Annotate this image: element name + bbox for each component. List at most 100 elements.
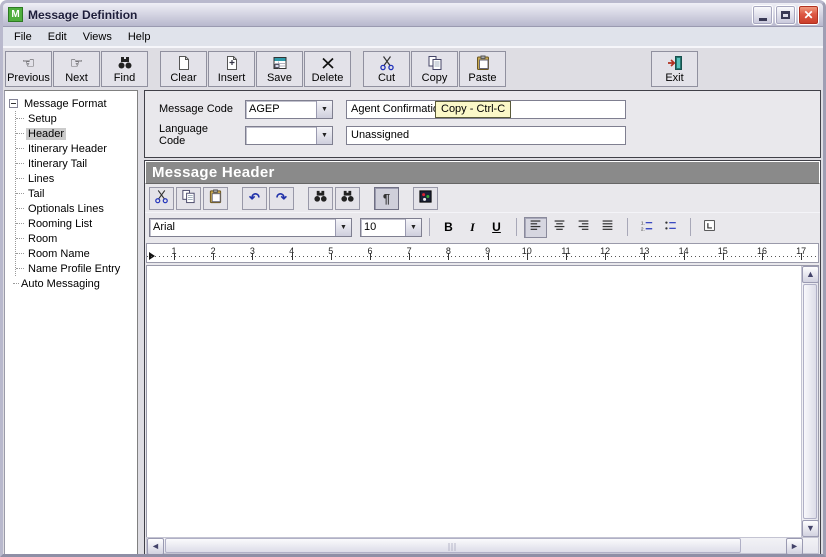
exit-button[interactable]: Exit [651,50,698,87]
tab-settings-button[interactable] [698,217,721,238]
tree-item-name-profile-entry[interactable]: Name Profile Entry [16,261,135,276]
button-label: Exit [665,71,684,84]
button-label: Copy [421,71,448,84]
x-mark-icon [320,55,336,72]
message-form: Message Code AGEP ▼ Agent Confirmation C… [144,90,821,158]
insert-button[interactable]: Insert [208,50,255,87]
tree-item-itinerary-header[interactable]: Itinerary Header [16,141,135,156]
collapse-icon[interactable] [9,99,18,108]
find-next-button[interactable] [335,186,360,210]
paste-button[interactable] [203,186,228,210]
edit-toolbar-group [413,186,440,210]
find-button[interactable]: Find [101,50,148,87]
paragraph-marks-button[interactable]: ¶ [374,186,399,210]
vertical-scrollbar[interactable]: ▲ ▼ [801,266,819,537]
scroll-left-icon[interactable]: ◄ [147,538,164,554]
main-area: Message Format Setup Header Itinerary Heade… [3,89,823,554]
underline-button[interactable]: U [485,217,508,238]
page-plus-icon [224,55,240,72]
window-title: Message Definition [28,7,138,22]
font-family-value: Arial [153,220,176,233]
tree-item-header[interactable]: Header [16,126,135,141]
tree-root-message-format[interactable]: Message Format [9,96,135,111]
navigation-tree: Message Format Setup Header Itinerary Heade… [4,90,138,554]
maximize-icon [781,10,790,19]
tree-item-lines[interactable]: Lines [16,171,135,186]
menu-item-file[interactable]: File [6,28,40,46]
copy-button[interactable]: Copy [411,50,458,87]
language-code-label: Language Code [159,123,208,147]
close-button[interactable]: ✕ [798,4,819,25]
font-family-combo[interactable]: Arial ▼ [149,217,352,237]
message-body-editor[interactable] [147,266,801,537]
delete-button[interactable]: Delete [304,50,351,87]
menu-item-help[interactable]: Help [120,28,159,46]
tree-label: Name Profile Entry [28,262,121,275]
bullet-list-button[interactable] [659,217,682,238]
button-label: Previous [7,71,50,84]
scissors-icon [379,55,395,72]
bold-button[interactable]: B [437,217,460,238]
italic-button[interactable]: I [461,217,484,238]
minimize-button[interactable] [752,4,773,25]
scroll-up-icon[interactable]: ▲ [802,266,819,283]
scroll-down-icon[interactable]: ▼ [802,520,819,537]
language-name-field[interactable]: Unassigned [346,125,626,145]
redo-button[interactable]: ↷ [269,186,294,210]
message-name-field[interactable]: Agent Confirmation Copy - Ctrl-C [346,99,626,119]
tree-item-room-name[interactable]: Room Name [16,246,135,261]
font-size-combo[interactable]: 10 ▼ [360,217,422,237]
section-title: Message Header [145,161,820,184]
save-button[interactable]: Save [256,50,303,87]
toolbar-separator [429,218,430,236]
tree-label: Tail [28,187,45,200]
menu-item-views[interactable]: Views [75,28,120,46]
previous-button[interactable]: ☜ Previous [5,50,52,87]
tree-label: Auto Messaging [21,277,100,290]
language-code-combo[interactable]: ▼ [245,125,333,145]
tree-item-optionals-lines[interactable]: Optionals Lines [16,201,135,216]
tree-item-rooming-list[interactable]: Rooming List [16,216,135,231]
paste-button[interactable]: Paste [459,50,506,87]
clipboard-icon [208,189,223,207]
undo-button[interactable]: ↶ [242,186,267,210]
clear-button[interactable]: Clear [160,50,207,87]
cut-button[interactable]: Cut [363,50,410,87]
tree-item-setup[interactable]: Setup [16,111,135,126]
menu-item-edit[interactable]: Edit [40,28,75,46]
message-code-label: Message Code [159,103,233,115]
next-button[interactable]: ☞ Next [53,50,100,87]
ruler-tick [409,253,411,260]
message-code-combo[interactable]: AGEP ▼ [245,99,333,119]
tree-item-tail[interactable]: Tail [16,186,135,201]
horizontal-scrollbar[interactable]: ◄ ► [146,537,819,554]
vertical-scroll-thumb[interactable] [803,284,817,519]
align-center-button[interactable] [548,217,571,238]
tree-label: Rooming List [28,217,93,230]
numbered-list-button[interactable]: 1. 2. [635,217,658,238]
chevron-down-icon[interactable]: ▼ [405,218,421,236]
chevron-down-icon[interactable]: ▼ [316,100,332,118]
tree-item-auto-messaging[interactable]: Auto Messaging [9,276,135,291]
copy-button[interactable] [176,186,201,210]
cut-button[interactable] [149,186,174,210]
align-right-button[interactable] [572,217,595,238]
insert-image-button[interactable] [413,186,438,210]
numbered-list-icon: 1. 2. [639,219,654,235]
tree-item-room[interactable]: Room [16,231,135,246]
chevron-down-icon[interactable]: ▼ [335,218,351,236]
tree-children: Setup Header Itinerary Header Itinerary Tai… [15,111,135,276]
ruler-tick [526,253,528,260]
tree-item-itinerary-tail[interactable]: Itinerary Tail [16,156,135,171]
align-left-button[interactable] [524,216,547,238]
horizontal-scroll-track[interactable] [164,538,786,553]
justify-button[interactable] [596,217,619,238]
scroll-right-icon[interactable]: ► [786,538,803,554]
edit-toolbar-group: ↶ ↷ [242,186,296,210]
tab-box-icon [702,219,717,235]
chevron-down-icon[interactable]: ▼ [316,126,332,144]
scissors-sm-icon [154,189,169,207]
maximize-button[interactable] [775,4,796,25]
find-button[interactable] [308,186,333,210]
horizontal-scroll-thumb[interactable] [165,538,741,553]
